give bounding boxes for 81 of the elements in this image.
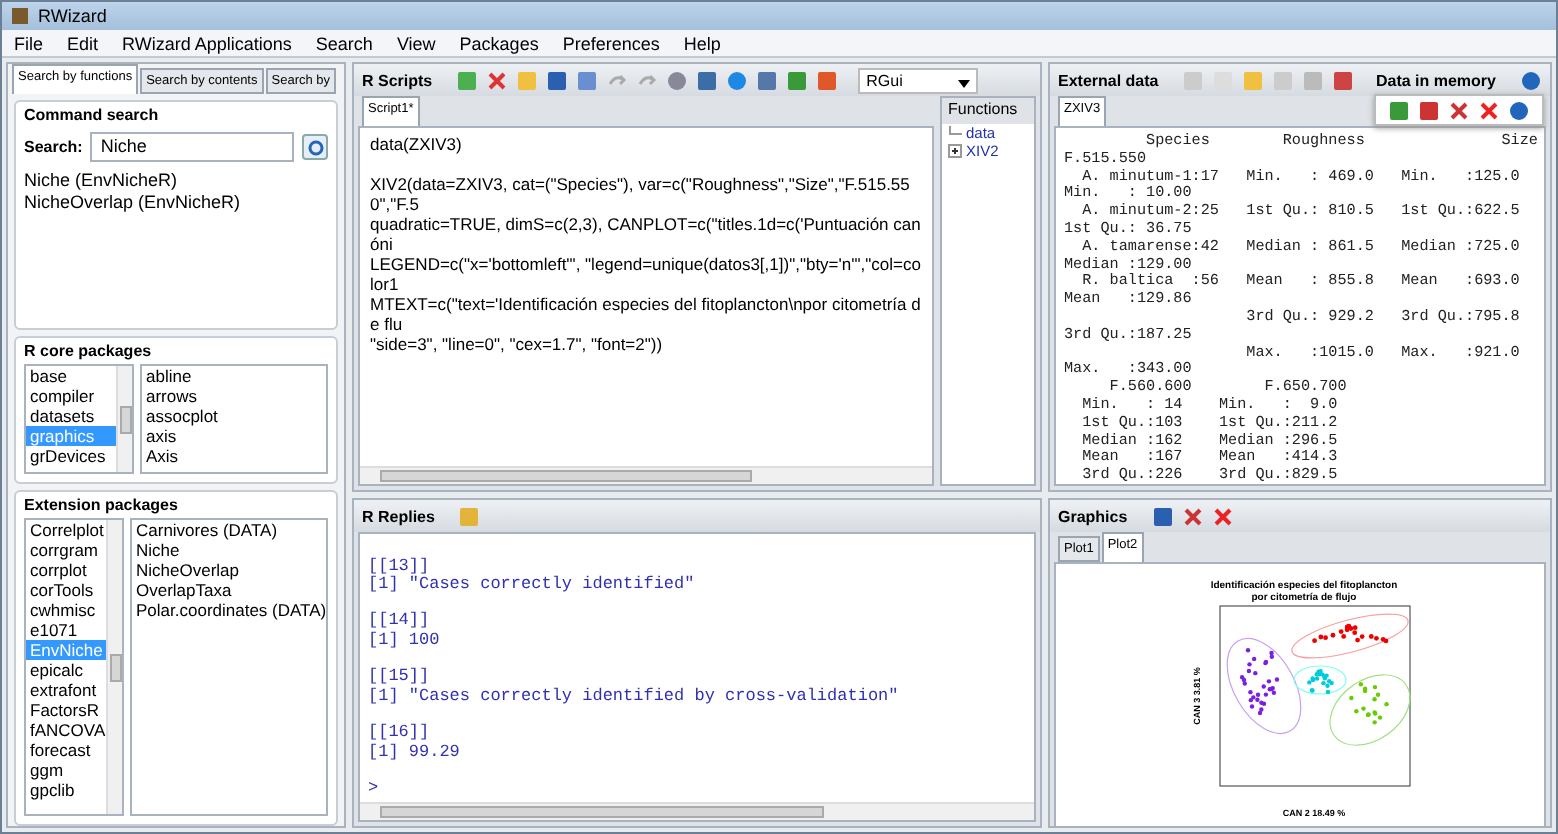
menu-item[interactable]: Edit (67, 33, 99, 53)
package-item[interactable]: corrgram (26, 540, 106, 560)
package-item[interactable]: FactorsR (26, 700, 106, 720)
function-item[interactable]: Niche (132, 540, 326, 560)
scrollbar[interactable] (360, 466, 932, 484)
menu-item[interactable]: RWizard Applications (122, 33, 292, 53)
code-line: quadratic=TRUE, dimS=c(2,3), CANPLOT=c("titles.1d=c('Puntuación canóni (370, 214, 922, 254)
package-item[interactable]: corrplot (26, 560, 106, 580)
search-result[interactable]: NicheOverlap (EnvNicheR) (24, 192, 328, 214)
tree-line-icon (948, 126, 962, 140)
package-item[interactable]: cwhmisc (26, 600, 106, 620)
console-line: [[13]] (368, 557, 430, 575)
window-title: RWizard (38, 6, 107, 26)
function-item[interactable]: OverlapTaxa (132, 580, 326, 600)
caret-icon (958, 77, 971, 89)
package-item[interactable]: datasets (26, 406, 116, 426)
close-icon[interactable] (1211, 505, 1234, 527)
scrollbar[interactable] (360, 802, 1034, 820)
function-item[interactable]: Axis (142, 446, 326, 466)
menu-item[interactable]: Search (315, 33, 373, 53)
delete-icon[interactable] (1181, 505, 1204, 527)
console-line: [[14]] (368, 612, 432, 631)
package-item[interactable]: compiler (26, 386, 116, 406)
console-line: > (368, 780, 381, 800)
package-item[interactable]: forecast (26, 740, 106, 760)
delete-icon[interactable] (486, 69, 509, 91)
code-line: LEGEND=c("x='bottomleft'", "legend=unique(datos3[,1])","bty='n'","col=color1 (370, 254, 922, 294)
console-line: [[15]] (368, 668, 432, 687)
search-result[interactable]: Niche (EnvNicheR) (24, 170, 328, 192)
pane-title: Graphics (1058, 507, 1128, 525)
close-icon[interactable] (1478, 99, 1500, 121)
package-item[interactable]: corTools (26, 580, 106, 600)
menu-item[interactable]: Packages (459, 33, 539, 53)
app-icon (10, 6, 30, 26)
package-item[interactable]: extrafont (26, 680, 106, 700)
package-item[interactable]: base (26, 366, 116, 386)
function-item[interactable]: Carnivores (DATA) (132, 520, 326, 540)
pane-title: R Scripts (362, 71, 433, 89)
pane-title: R Replies (362, 507, 435, 525)
package-item[interactable]: ggm (26, 760, 106, 780)
panel-title: Functions (942, 98, 1034, 124)
group-title: R core packages (24, 342, 154, 360)
refresh-button[interactable] (302, 134, 328, 160)
code-line: MTEXT=c("text='Identificación especies del fitoplancton\npor citometría de flu (370, 294, 922, 334)
console-line: [1] 99.29 (368, 743, 462, 764)
redo-icon[interactable] (636, 69, 659, 91)
menu-item[interactable]: View (396, 33, 436, 53)
scrollbar[interactable] (106, 520, 122, 814)
code-editor[interactable] (358, 126, 934, 486)
package-item[interactable]: gpclib (26, 780, 106, 800)
package-item[interactable]: e1071 (26, 620, 106, 640)
group-title: Command search (24, 106, 161, 124)
interpreter-dropdown[interactable]: RGui (858, 67, 979, 93)
menu-item[interactable]: File (14, 33, 44, 53)
delete-icon[interactable] (1448, 99, 1470, 121)
menu-item[interactable]: Help (683, 33, 721, 53)
search-label: Search: (24, 138, 83, 156)
package-item[interactable]: Correlplot (26, 520, 106, 540)
function-item[interactable]: NicheOverlap (132, 560, 326, 580)
menu-item[interactable]: Preferences (562, 33, 660, 53)
expand-toggle-icon[interactable] (948, 144, 962, 158)
scrollbar[interactable] (116, 366, 132, 472)
console-line: [1] "Cases correctly identified by cross-validation" (368, 688, 901, 708)
code-line: "side=3", "line=0", "cex=1.7", "font=2")) (370, 334, 665, 354)
function-item[interactable]: assocplot (142, 406, 326, 426)
package-item[interactable]: epicalc (26, 660, 106, 680)
function-item[interactable]: Polar.coordinates (DATA) (132, 600, 326, 620)
function-item[interactable]: abline (142, 366, 326, 386)
console-line: [1] 100 (368, 632, 442, 652)
memory-label: Data in memory (1375, 71, 1496, 89)
package-item[interactable]: fANCOVA (26, 720, 106, 740)
function-item[interactable]: axis (142, 426, 326, 446)
package-item[interactable]: grDevices (26, 446, 116, 466)
function-item[interactable]: arrows (142, 386, 326, 406)
code-line: data(ZXIV3) (370, 134, 464, 154)
console-line: [[16]] (368, 724, 432, 743)
console-line: [1] "Cases correctly identified" (368, 576, 697, 596)
undo-icon[interactable] (606, 69, 629, 91)
pane-title: External data (1058, 71, 1159, 89)
search-field[interactable]: Niche (90, 132, 294, 162)
group-title: Extension packages (24, 496, 180, 514)
